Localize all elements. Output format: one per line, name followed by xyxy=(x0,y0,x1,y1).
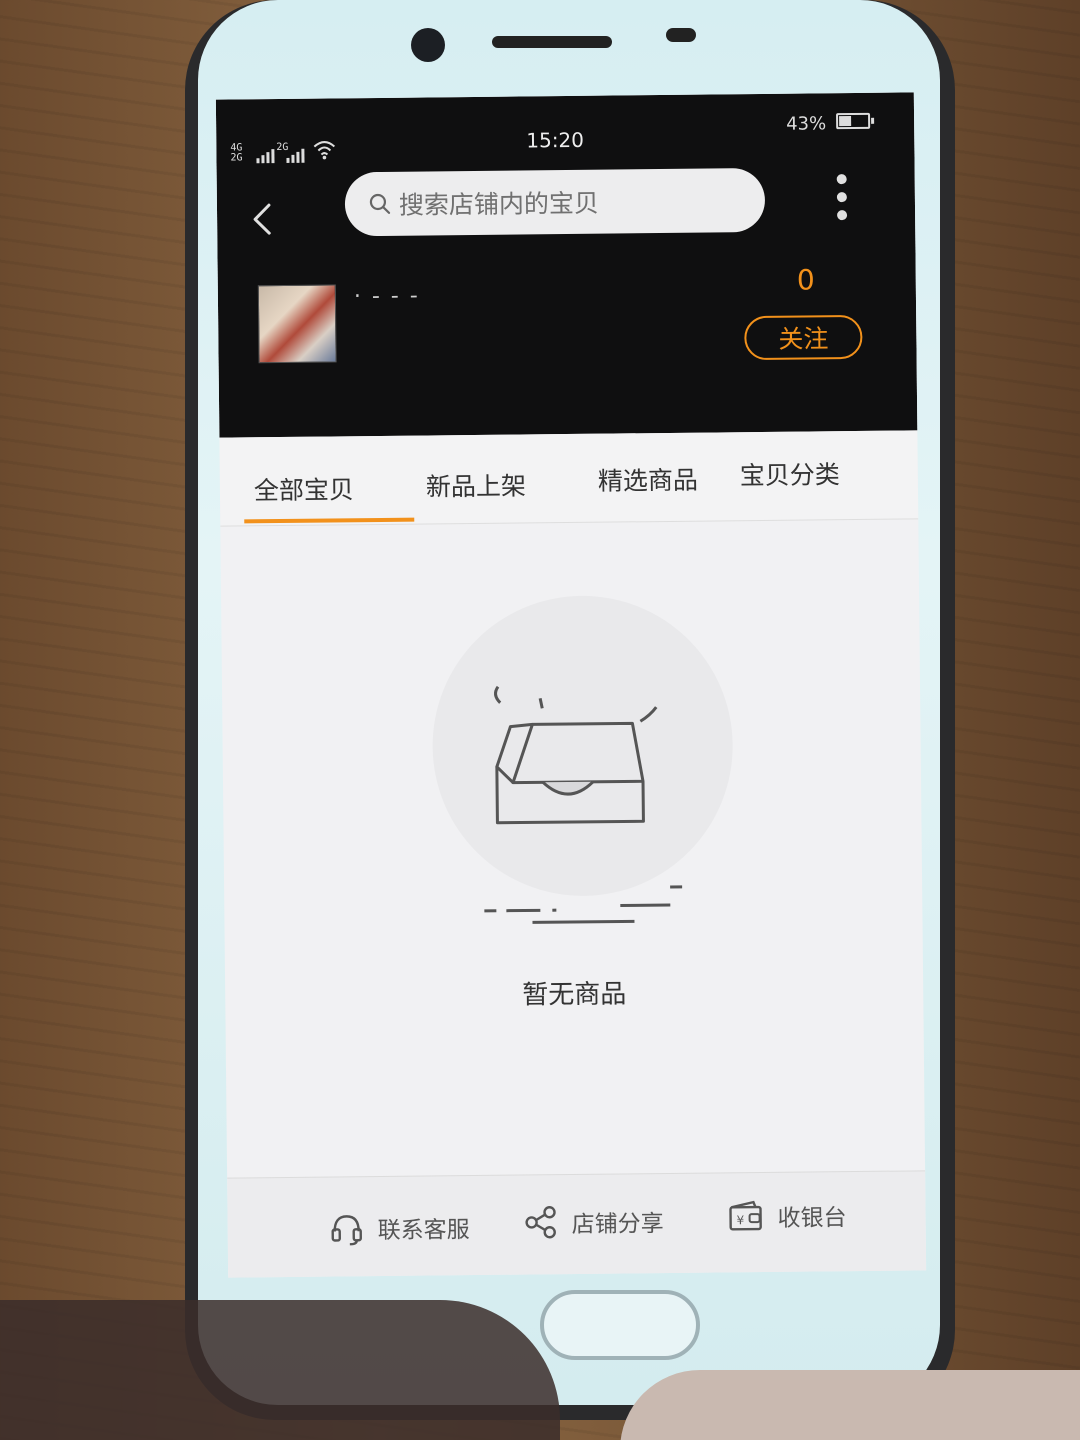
shop-tabs: 全部宝贝 新品上架 精选商品 宝贝分类 xyxy=(219,430,919,527)
network-label-bottom: 2G xyxy=(230,152,243,164)
empty-box-icon xyxy=(484,685,683,924)
tab-new-arrivals[interactable]: 新品上架 xyxy=(426,466,526,503)
contact-service-button[interactable]: 联系客服 xyxy=(330,1210,470,1246)
network-type-label: 4G 2G xyxy=(230,142,243,164)
earpiece xyxy=(492,36,612,48)
status-time: 15:20 xyxy=(526,127,585,153)
tab-featured[interactable]: 精选商品 xyxy=(598,461,698,498)
share-icon xyxy=(525,1206,556,1239)
shop-name: · - - - xyxy=(353,283,420,310)
shop-avatar[interactable] xyxy=(257,284,337,364)
search-icon xyxy=(369,193,391,214)
back-arrow-icon[interactable] xyxy=(247,199,277,239)
share-shop-label: 店铺分享 xyxy=(571,1211,664,1239)
proximity-sensor xyxy=(666,28,696,42)
signal-strength-icon-2 xyxy=(286,145,305,163)
wallet-icon: ¥ xyxy=(729,1200,762,1231)
checkout-label: 收银台 xyxy=(777,1205,847,1232)
checkout-button[interactable]: ¥ 收银台 xyxy=(727,1198,847,1233)
tab-categories[interactable]: 宝贝分类 xyxy=(740,455,840,492)
hand-finger xyxy=(620,1370,1080,1440)
tab-all-items[interactable]: 全部宝贝 xyxy=(254,470,354,507)
search-placeholder: 搜索店铺内的宝贝 xyxy=(398,188,600,220)
home-button[interactable] xyxy=(540,1290,700,1360)
tab-active-indicator xyxy=(244,517,415,524)
signal-strength-icon xyxy=(256,145,275,164)
share-shop-button[interactable]: 店铺分享 xyxy=(523,1204,664,1239)
follow-button[interactable]: 关注 xyxy=(744,314,863,361)
shop-header: 4G 2G 2G 15:20 43% 搜索店铺内的宝贝 · - - - 0 关注 xyxy=(215,92,918,438)
search-input[interactable]: 搜索店铺内的宝贝 xyxy=(344,167,766,237)
svg-text:¥: ¥ xyxy=(737,1213,745,1227)
phone-screen: 4G 2G 2G 15:20 43% 搜索店铺内的宝贝 · - - - 0 关注… xyxy=(215,92,927,1278)
hand-thumb xyxy=(0,1300,560,1440)
battery-icon xyxy=(836,112,871,130)
battery-fill xyxy=(839,116,852,127)
more-options-icon[interactable] xyxy=(835,171,850,225)
headset-icon xyxy=(331,1215,362,1246)
wifi-icon xyxy=(313,141,336,160)
battery-percent: 43% xyxy=(786,113,827,135)
bottom-action-bar: 联系客服 店铺分享 ¥ 收银台 xyxy=(227,1170,927,1278)
status-bar: 4G 2G 2G 15:20 43% xyxy=(216,92,915,164)
empty-state: 暂无商品 xyxy=(220,520,925,1167)
empty-state-message: 暂无商品 xyxy=(522,979,627,1011)
contact-service-label: 联系客服 xyxy=(377,1217,470,1245)
front-camera xyxy=(411,28,445,62)
follower-count: 0 xyxy=(796,263,815,297)
